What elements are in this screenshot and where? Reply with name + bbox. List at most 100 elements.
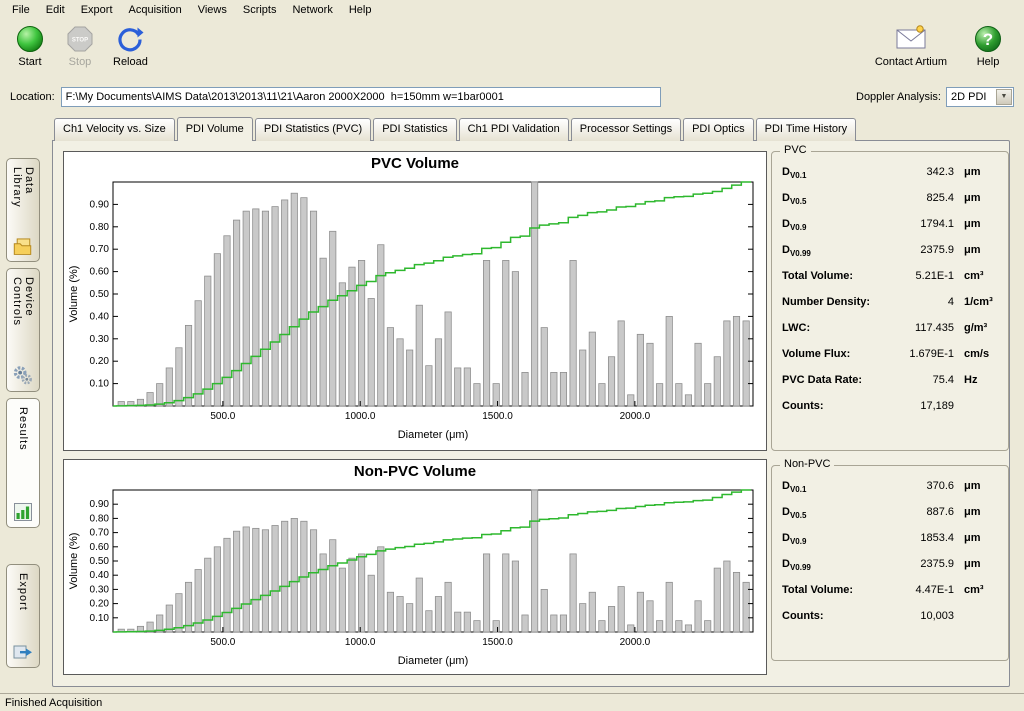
menu-item-file[interactable]: File [4, 2, 38, 18]
menu-item-network[interactable]: Network [284, 2, 340, 18]
stat-unit: μm [954, 558, 1000, 570]
stat-label: PVC Data Rate: [782, 374, 862, 388]
reload-button[interactable]: Reload [108, 21, 153, 71]
tab-pdi-time-history[interactable]: PDI Time History [756, 118, 857, 141]
start-button-label: Start [18, 56, 41, 68]
chevron-down-icon[interactable]: ▼ [996, 89, 1012, 105]
stat-row-counts: Counts: 10,003 [782, 610, 1000, 636]
stat-label: DV0.9 [782, 532, 806, 546]
menu-item-views[interactable]: Views [190, 2, 235, 18]
stat-unit: cm³ [954, 270, 1000, 282]
menu-item-export[interactable]: Export [73, 2, 121, 18]
svg-text:0.60: 0.60 [90, 542, 110, 553]
stat-value: 342.3 [806, 166, 954, 178]
svg-text:1500.0: 1500.0 [482, 411, 513, 422]
contact-artium-button[interactable]: Contact Artium [870, 21, 952, 71]
export-icon [12, 642, 34, 662]
stat-value: 1.679E-1 [850, 348, 954, 360]
gears-icon [12, 365, 34, 386]
stat-unit: cm³ [954, 584, 1000, 596]
pvc-volume-plot: 0.100.200.300.400.500.600.700.800.90500.… [65, 174, 765, 446]
stat-row-counts: Counts: 17,189 [782, 400, 1000, 426]
tab-ch1-velocity-vs-size[interactable]: Ch1 Velocity vs. Size [54, 118, 175, 141]
sidebar-tab-results[interactable]: Results [6, 398, 40, 528]
stat-label: DV0.9 [782, 218, 806, 232]
stat-label: Counts: [782, 400, 824, 414]
start-icon [15, 24, 45, 54]
stat-row-dv0-99: DV0.99 2375.9 μm [782, 244, 1000, 270]
svg-text:2000.0: 2000.0 [620, 411, 651, 422]
status-text: Finished Acquisition [5, 697, 102, 709]
tab-processor-settings[interactable]: Processor Settings [571, 118, 681, 141]
stat-unit: μm [954, 166, 1000, 178]
pvc-volume-chart: PVC Volume 0.100.200.300.400.500.600.700… [63, 151, 767, 451]
stop-icon: STOP [65, 24, 95, 54]
stat-unit: 1/cm³ [954, 296, 1000, 308]
doppler-analysis-value: 2D PDI [947, 91, 996, 103]
svg-text:Diameter (μm): Diameter (μm) [398, 655, 469, 667]
stat-row-dv0-9: DV0.9 1853.4 μm [782, 532, 1000, 558]
nonpvc-stats-legend: Non-PVC [780, 458, 834, 470]
help-icon: ? [973, 24, 1003, 54]
stat-unit: μm [954, 532, 1000, 544]
pvc-stats-legend: PVC [780, 144, 811, 156]
stat-label: Number Density: [782, 296, 870, 310]
svg-text:1500.0: 1500.0 [482, 637, 513, 648]
toolbar: Start STOP Stop Reload Contact Artium [0, 19, 1024, 83]
stat-label: Volume Flux: [782, 348, 850, 362]
help-button[interactable]: ? Help [966, 21, 1010, 71]
stat-row-dv0-1: DV0.1 342.3 μm [782, 166, 1000, 192]
menu-item-edit[interactable]: Edit [38, 2, 73, 18]
tab-pdi-statistics-pvc[interactable]: PDI Statistics (PVC) [255, 118, 371, 141]
tab-pdi-optics[interactable]: PDI Optics [683, 118, 754, 141]
doppler-analysis-label: Doppler Analysis: [856, 91, 941, 103]
svg-text:1000.0: 1000.0 [345, 411, 376, 422]
svg-text:0.50: 0.50 [90, 556, 110, 567]
stat-value: 825.4 [806, 192, 954, 204]
svg-text:0.80: 0.80 [90, 513, 110, 524]
svg-text:Volume (%): Volume (%) [68, 533, 80, 590]
stop-button[interactable]: STOP Stop [58, 21, 102, 71]
svg-text:0.90: 0.90 [90, 499, 110, 510]
menu-bar: File Edit Export Acquisition Views Scrip… [0, 0, 1024, 19]
svg-text:0.40: 0.40 [90, 311, 110, 322]
stat-value: 75.4 [862, 374, 954, 386]
stat-row-lwc: LWC: 117.435 g/m³ [782, 322, 1000, 348]
location-input[interactable] [61, 87, 661, 107]
stat-label: Total Volume: [782, 584, 853, 598]
menu-item-help[interactable]: Help [341, 2, 380, 18]
sidebar-tab-data-library[interactable]: Data Library [6, 158, 40, 262]
svg-text:1000.0: 1000.0 [345, 637, 376, 648]
reload-icon [115, 24, 145, 54]
stat-unit: μm [954, 506, 1000, 518]
sidebar-tab-label: Data Library [11, 167, 35, 237]
doppler-analysis-select[interactable]: 2D PDI ▼ [946, 87, 1014, 107]
tab-ch1-pdi-validation[interactable]: Ch1 PDI Validation [459, 118, 569, 141]
menu-item-acquisition[interactable]: Acquisition [121, 2, 190, 18]
tab-pdi-volume[interactable]: PDI Volume [177, 117, 253, 141]
stat-unit: g/m³ [954, 322, 1000, 334]
sidebar-tab-device-controls[interactable]: Device Controls [6, 268, 40, 392]
sidebar-tab-export[interactable]: Export [6, 564, 40, 668]
stat-value: 2375.9 [811, 244, 954, 256]
menu-item-scripts[interactable]: Scripts [235, 2, 285, 18]
start-button[interactable]: Start [8, 21, 52, 71]
stat-value: 370.6 [806, 480, 954, 492]
stat-label: DV0.5 [782, 192, 806, 206]
pvc-stats-panel: PVC DV0.1 342.3 μm DV0.5 825.4 μm DV0.9 … [771, 151, 1009, 451]
stat-label: Total Volume: [782, 270, 853, 284]
folder-icon [12, 237, 34, 256]
stat-row-dv0-1: DV0.1 370.6 μm [782, 480, 1000, 506]
stat-row-dv0-99: DV0.99 2375.9 μm [782, 558, 1000, 584]
main-area: Ch1 Velocity vs. Size PDI Volume PDI Sta… [46, 112, 1018, 693]
stat-value: 17,189 [824, 400, 954, 412]
stat-value: 887.6 [806, 506, 954, 518]
stat-unit: cm/s [954, 348, 1000, 360]
tab-pdi-statistics[interactable]: PDI Statistics [373, 118, 456, 141]
nonpvc-stats-rows: DV0.1 370.6 μm DV0.5 887.6 μm DV0.9 1853… [772, 466, 1008, 636]
stat-row-number-density: Number Density: 4 1/cm³ [782, 296, 1000, 322]
reload-button-label: Reload [113, 56, 148, 68]
stat-label: DV0.99 [782, 558, 811, 572]
svg-text:2000.0: 2000.0 [620, 637, 651, 648]
pvc-stats-rows: DV0.1 342.3 μm DV0.5 825.4 μm DV0.9 1794… [772, 152, 1008, 426]
